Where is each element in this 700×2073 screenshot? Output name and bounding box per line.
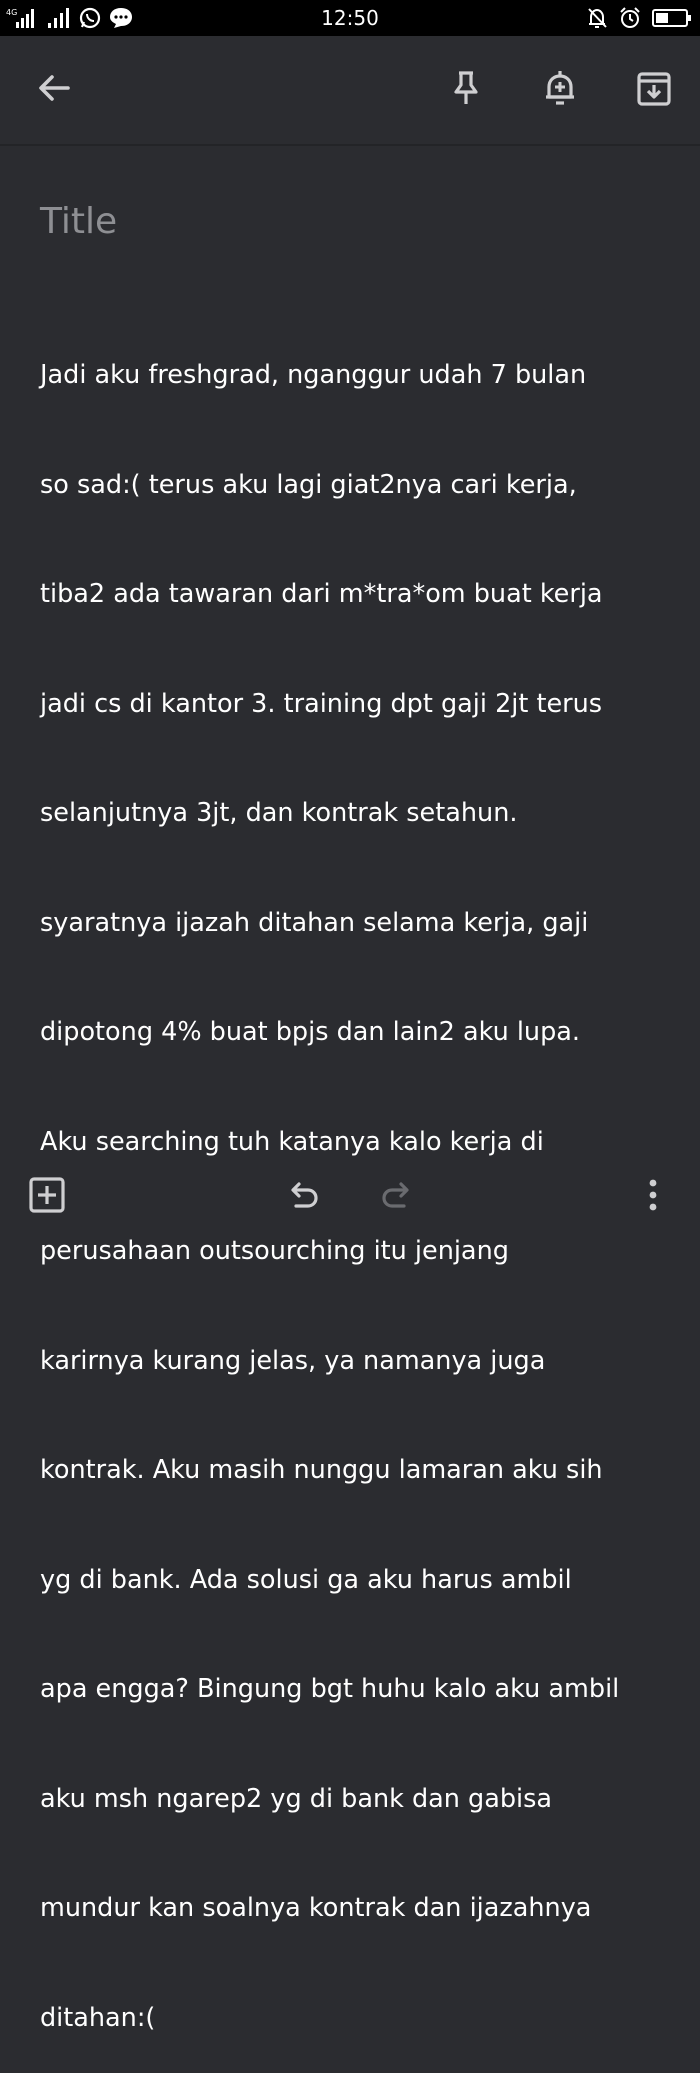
- note-line: selanjutnya 3jt, dan kontrak setahun.: [40, 798, 518, 828]
- undo-icon: [291, 1182, 318, 1208]
- note-line: karirnya kurang jelas, ya namanya juga: [40, 1345, 546, 1376]
- more-options-button[interactable]: [630, 1172, 676, 1218]
- note-line: Aku searching tuh katanya kalo kerja di: [40, 1126, 544, 1157]
- note-line: so sad:( terus aku lagi giat2nya cari ke…: [40, 469, 577, 500]
- muted-bell-icon: [586, 6, 608, 30]
- note-line: syaratnya ijazah ditahan selama kerja, g…: [40, 907, 589, 938]
- pin-button[interactable]: [438, 60, 494, 116]
- redo-icon: [382, 1182, 409, 1208]
- note-toolbar: [0, 36, 700, 146]
- bottom-bar: [0, 1160, 700, 1230]
- note-line: tiba2 ada tawaran dari m*tra*om buat ker…: [40, 579, 603, 609]
- back-button[interactable]: [26, 60, 82, 116]
- alarm-icon: [618, 6, 642, 30]
- back-arrow-icon: [39, 75, 70, 101]
- note-line: apa engga? Bingung bgt huhu kalo aku amb…: [40, 1674, 620, 1704]
- undo-button[interactable]: [280, 1172, 326, 1218]
- status-right-icons: [586, 4, 692, 32]
- note-title-input[interactable]: Title: [40, 196, 660, 248]
- note-line: aku msh ngarep2 yg di bank dan gabisa: [40, 1783, 553, 1814]
- pin-icon: [454, 71, 478, 104]
- note-line: ditahan:(: [40, 2002, 156, 2033]
- status-bar: 4G 12:50: [0, 0, 700, 36]
- note-line: Jadi aku freshgrad, nganggur udah 7 bula…: [40, 360, 587, 390]
- add-box-icon: [29, 1177, 65, 1213]
- note-line: mundur kan soalnya kontrak dan ijazahnya: [40, 1893, 592, 1923]
- more-vert-icon: [649, 1179, 657, 1211]
- add-button[interactable]: [24, 1172, 70, 1218]
- archive-button[interactable]: [626, 60, 682, 116]
- note-line: jadi cs di kantor 3. training dpt gaji 2…: [40, 688, 603, 719]
- reminder-button[interactable]: [532, 60, 588, 116]
- archive-icon: [637, 72, 671, 106]
- note-line: kontrak. Aku masih nunggu lamaran aku si…: [40, 1455, 603, 1485]
- battery-icon: [652, 6, 692, 30]
- reminder-icon: [546, 71, 574, 105]
- redo-button[interactable]: [374, 1172, 420, 1218]
- note-line: perusahaan outsourching itu jenjang: [40, 1236, 509, 1266]
- note-line: yg di bank. Ada solusi ga aku harus ambi…: [40, 1564, 572, 1595]
- note-line: dipotong 4% buat bpjs dan lain2 aku lupa…: [40, 1017, 581, 1047]
